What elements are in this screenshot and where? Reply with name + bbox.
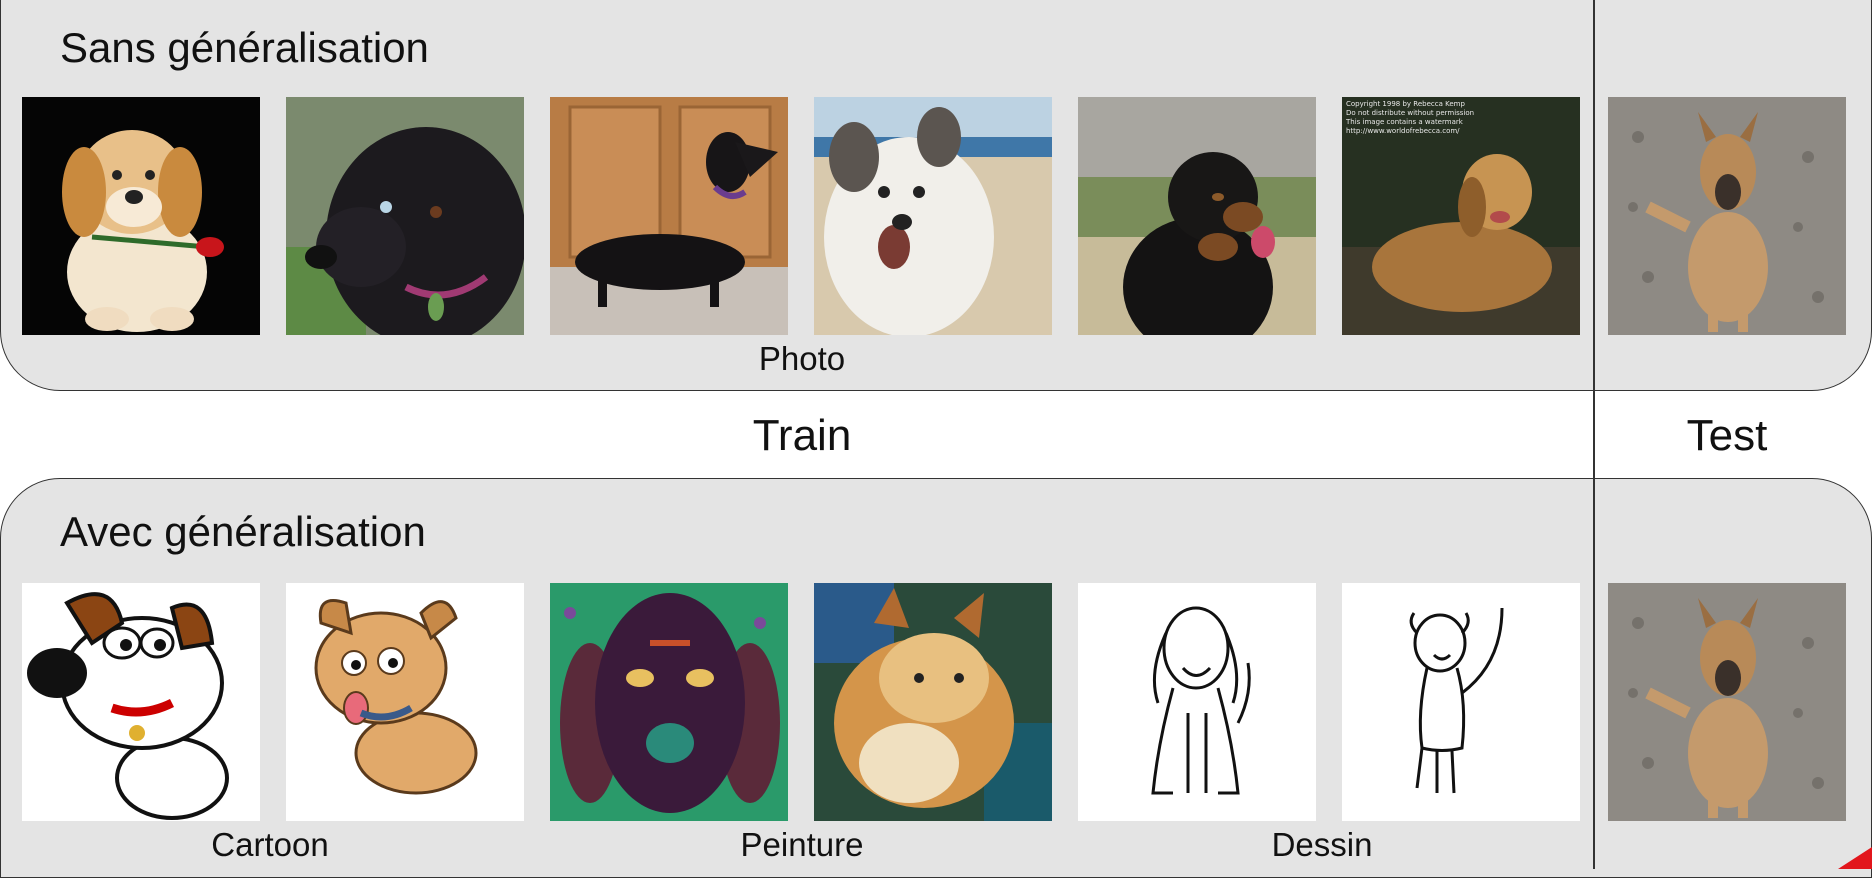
top-title: Sans généralisation [60, 24, 429, 71]
watermark-line-1: Copyright 1998 by Rebecca Kemp [1346, 100, 1465, 108]
photo-test-dog-sand [1608, 97, 1846, 335]
caption-cartoon: Cartoon [211, 826, 329, 863]
cartoon-dog-1 [22, 583, 260, 821]
cartoon-dog-2 [286, 583, 524, 821]
caption-photo: Photo [758, 340, 846, 377]
caption-dessin: Dessin [1271, 826, 1373, 863]
drawing-dog-1 [1078, 583, 1316, 821]
photo-dachshund [550, 97, 788, 335]
photo-golden-painting-watermarked: Copyright 1998 by Rebecca Kemp Do not di… [1342, 97, 1580, 335]
painting-brown-hound [550, 583, 788, 821]
train-label: Train [752, 411, 852, 460]
painting-colorful-dog [814, 583, 1052, 821]
watermark-line-3: This image contains a watermark [1345, 118, 1464, 126]
photo-test-dog-sand-2 [1608, 583, 1846, 821]
watermark-line-2: Do not distribute without permission [1346, 109, 1474, 117]
watermark-line-4: http://www.worldofrebecca.com/ [1346, 127, 1460, 135]
photo-rottweiler [1078, 97, 1316, 335]
bottom-title: Avec généralisation [60, 508, 426, 555]
photo-white-terrier-beach [814, 97, 1052, 335]
drawing-dog-2 [1342, 583, 1580, 821]
photo-black-spaniel [286, 97, 524, 335]
test-label: Test [1686, 411, 1768, 460]
corner-accent [1838, 847, 1872, 869]
photo-golden-puppy-rose [22, 97, 260, 335]
caption-peinture: Peinture [740, 826, 864, 863]
train-test-divider [1593, 0, 1595, 869]
